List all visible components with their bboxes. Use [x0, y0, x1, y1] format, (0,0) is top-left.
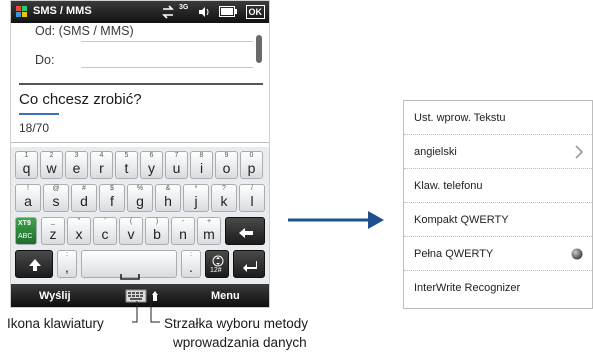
- transition-arrowhead: [368, 211, 384, 229]
- menu-item-full-qwerty[interactable]: Pełna QWERTY: [404, 237, 592, 271]
- menu-item-label: angielski: [414, 146, 457, 158]
- callout-arrow-line1: Strzałka wyboru metody: [164, 316, 309, 331]
- chevron-right-icon: [574, 144, 584, 160]
- input-method-menu: Ust. wprow. Tekstu angielski Klaw. telef…: [403, 100, 593, 309]
- callout-keyboard-icon: Ikona klawiatury: [7, 316, 104, 331]
- keyboard-icon-leader: [132, 301, 138, 323]
- callout-arrow-line2: wprowadzania danych: [173, 335, 307, 350]
- menu-item-label: Pełna QWERTY: [414, 248, 494, 260]
- menu-item-input-settings[interactable]: Ust. wprow. Tekstu: [404, 101, 592, 135]
- menu-item-label: InterWrite Recognizer: [414, 282, 521, 294]
- menu-item-language[interactable]: angielski: [404, 135, 592, 169]
- menu-item-phone-keypad[interactable]: Klaw. telefonu: [404, 169, 592, 203]
- arrow-leader: [150, 301, 160, 323]
- menu-item-compact-qwerty[interactable]: Kompakt QWERTY: [404, 203, 592, 237]
- menu-item-label: Kompakt QWERTY: [414, 214, 509, 226]
- selected-radio-icon: [571, 248, 583, 260]
- menu-item-interwrite[interactable]: InterWrite Recognizer: [404, 271, 592, 305]
- menu-item-label: Ust. wprow. Tekstu: [414, 112, 506, 124]
- menu-item-label: Klaw. telefonu: [414, 180, 483, 192]
